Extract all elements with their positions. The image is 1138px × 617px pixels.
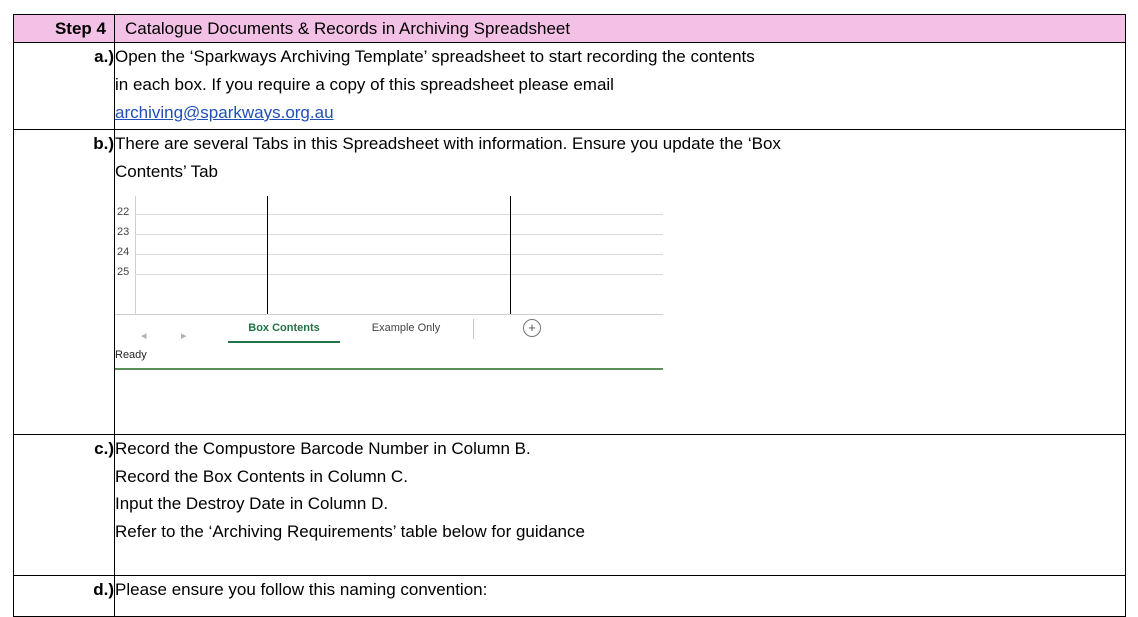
add-sheet-icon[interactable]: + [523,319,541,337]
step-a-line-2: in each box. If you require a copy of th… [115,75,614,94]
step-row-a: a.) Open the ‘Sparkways Archiving Templa… [13,42,1126,130]
header-row: Step 4 Catalogue Documents & Records in … [13,14,1126,43]
step-text-a: Open the ‘Sparkways Archiving Template’ … [114,42,1126,130]
step-row-c: c.) Record the Compustore Barcode Number… [13,434,1126,576]
grid-line [135,254,663,255]
step-b-line-2: Contents’ Tab [115,162,219,181]
grid-line [135,274,663,275]
step-c-line-4: Refer to the ‘Archiving Requirements’ ta… [115,521,585,541]
step-number: Step 4 [13,14,115,43]
grid-line [135,214,663,215]
grid-line [135,234,663,235]
tab-box-contents[interactable]: Box Contents [228,315,340,343]
email-link[interactable]: archiving@sparkways.org.au [115,103,334,122]
step-row-d: d.) Please ensure you follow this naming… [13,575,1126,617]
step-row-b: b.) There are several Tabs in this Sprea… [13,129,1126,435]
step-text-d: Please ensure you follow this naming con… [114,575,1126,617]
step-title: Catalogue Documents & Records in Archivi… [114,14,1126,43]
step-label-c: c.) [13,434,115,576]
step-label-d: d.) [13,575,115,617]
spreadsheet-screenshot: 22 23 24 25 ◂ ▸ Box Contents Example Onl… [115,196,663,372]
step-b-line-1: There are several Tabs in this Spreadshe… [115,134,781,153]
step-label-a: a.) [13,42,115,130]
step-a-line-1: Open the ‘Sparkways Archiving Template’ … [115,47,755,66]
row-number: 25 [117,266,130,278]
step-text-c: Record the Compustore Barcode Number in … [114,434,1126,576]
procedure-table: Step 4 Catalogue Documents & Records in … [13,14,1126,617]
tab-example-only[interactable]: Example Only [347,315,465,341]
step-c-line-2: Record the Box Contents in Column C. [115,466,408,486]
step-label-b: b.) [13,129,115,435]
step-text-b: There are several Tabs in this Spreadshe… [114,129,1126,435]
step-c-line-1: Record the Compustore Barcode Number in … [115,439,531,458]
column-line [510,196,511,314]
sheet-tab-bar: ◂ ▸ Box Contents Example Only + [115,314,663,343]
status-bar: Ready [115,346,663,370]
tab-divider [473,319,474,339]
step-d-line-1: Please ensure you follow this naming con… [115,580,488,599]
column-line [267,196,268,314]
step-c-line-3: Input the Destroy Date in Column D. [115,494,389,513]
